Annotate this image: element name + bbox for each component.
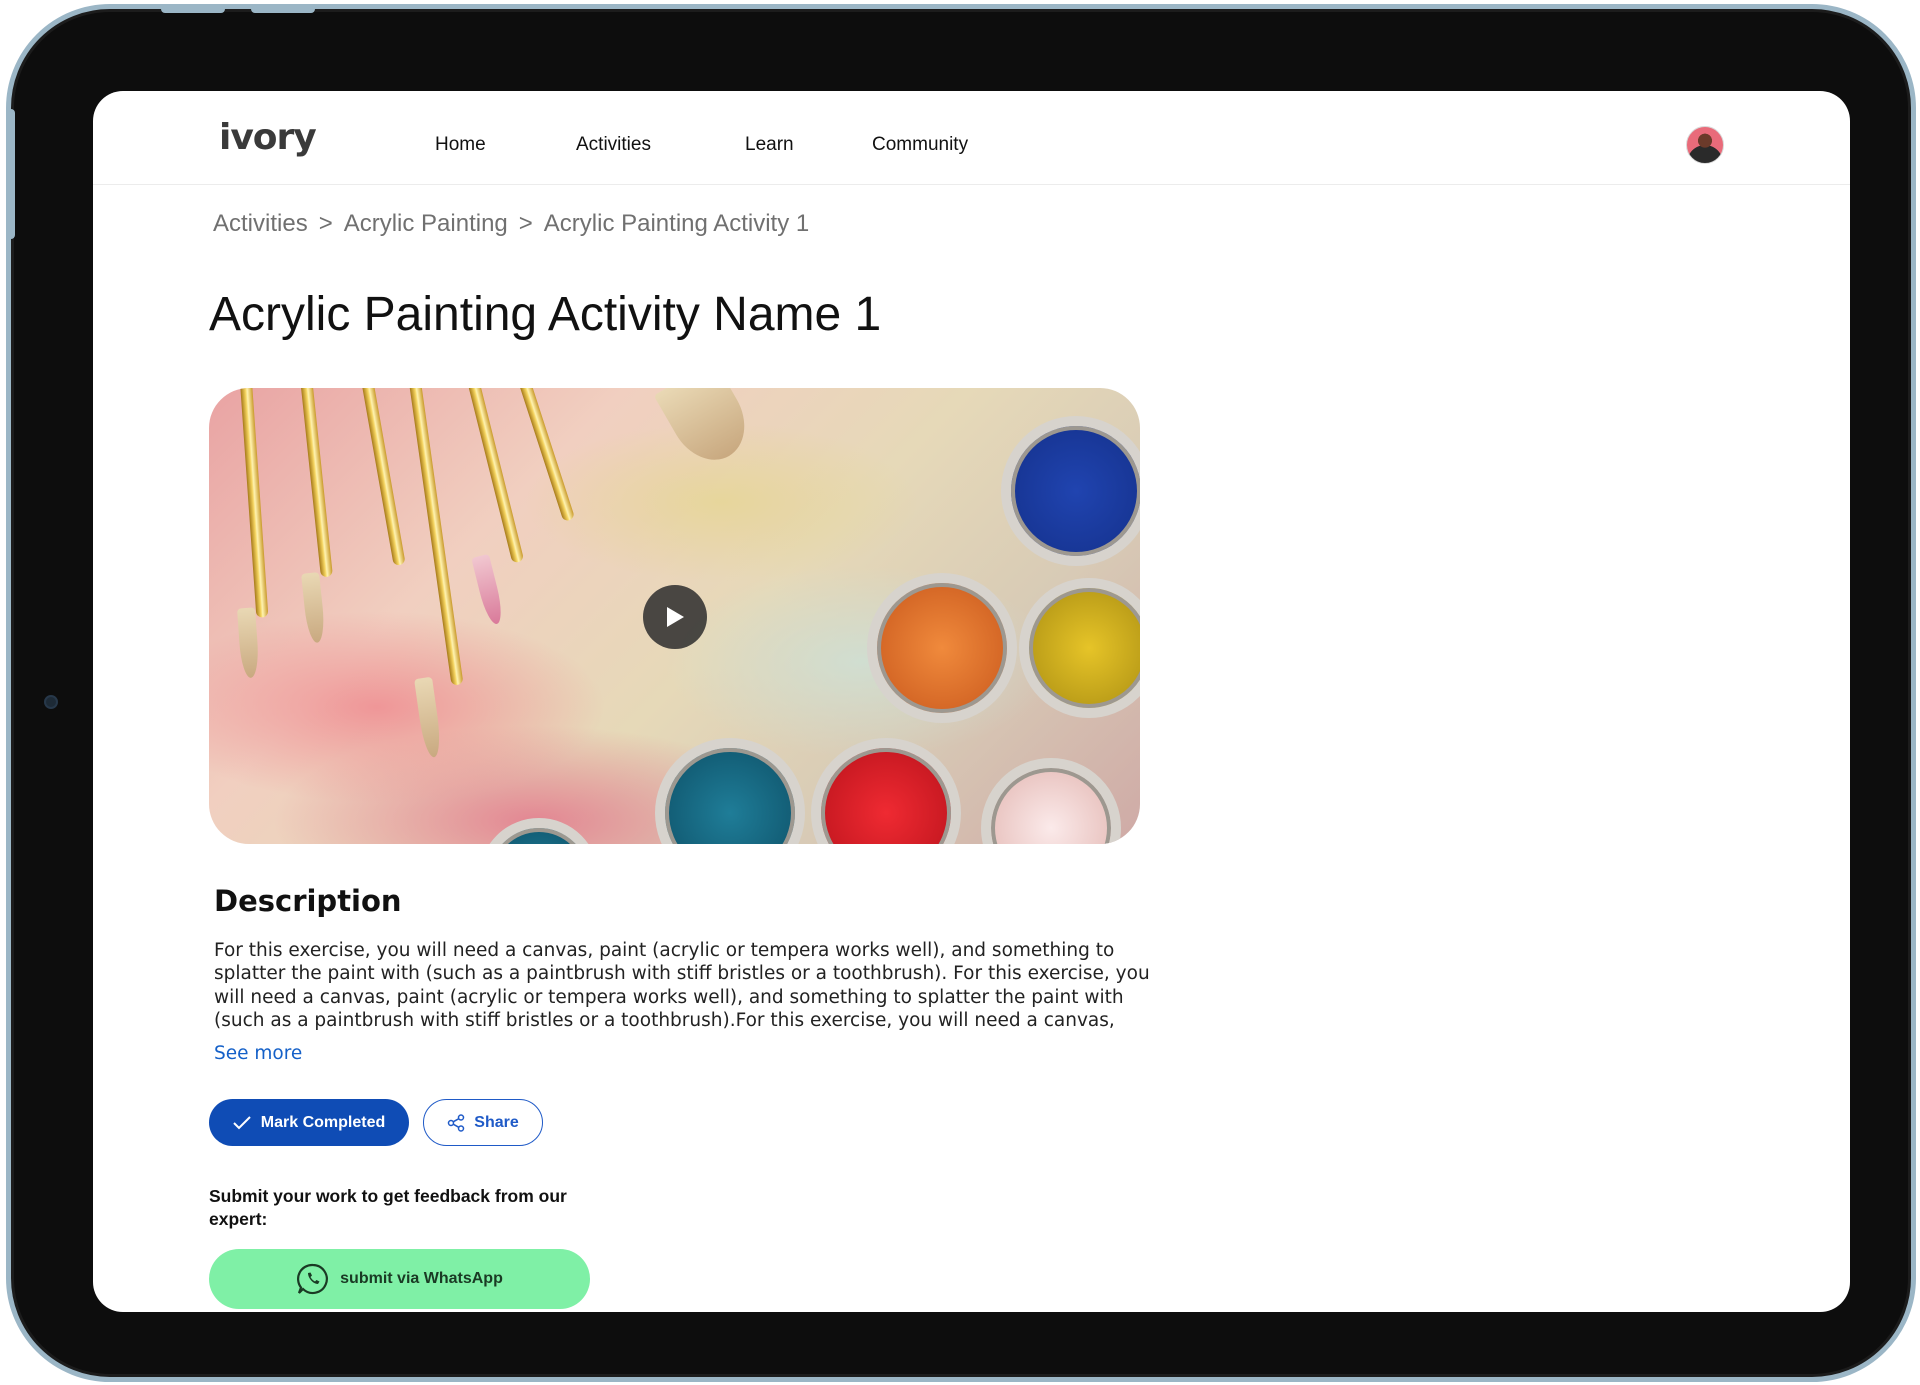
checkmark-icon: [233, 1115, 251, 1129]
video-thumbnail[interactable]: [209, 388, 1140, 844]
breadcrumb-separator: >: [518, 210, 533, 237]
paint-pot-teal: [655, 738, 805, 844]
mark-completed-button[interactable]: Mark Completed: [209, 1099, 409, 1146]
nav-community[interactable]: Community: [872, 134, 968, 156]
breadcrumb-activities[interactable]: Activities: [213, 210, 308, 238]
volume-button: [251, 5, 315, 13]
play-button[interactable]: [643, 585, 707, 649]
share-label: Share: [474, 1113, 519, 1131]
breadcrumb-separator: >: [318, 210, 333, 237]
share-icon: [448, 1113, 465, 1132]
side-button: [7, 109, 15, 239]
mark-completed-label: Mark Completed: [260, 1113, 386, 1131]
brush-bristles: [471, 553, 506, 627]
paintbrush-image: [299, 388, 333, 578]
paintbrush-image: [359, 388, 406, 567]
see-more-link[interactable]: See more: [214, 1043, 302, 1064]
app-logo[interactable]: ivory: [219, 117, 317, 158]
breadcrumb-acrylic-painting[interactable]: Acrylic Painting: [344, 210, 508, 238]
page-title: Acrylic Painting Activity Name 1: [209, 288, 882, 341]
user-avatar[interactable]: [1686, 126, 1724, 164]
paintbrush-image: [464, 388, 525, 564]
nav-activities[interactable]: Activities: [576, 134, 651, 156]
paint-pot-yellow: [1019, 578, 1140, 718]
paintbrush-image: [407, 388, 464, 686]
submit-whatsapp-button[interactable]: submit via WhatsApp: [209, 1249, 590, 1309]
paint-pot-orange: [867, 573, 1017, 723]
paint-pot-teal-small: [479, 818, 599, 844]
nav-learn[interactable]: Learn: [745, 134, 794, 156]
breadcrumb-current: Acrylic Painting Activity 1: [543, 210, 810, 237]
description-text: For this exercise, you will need a canva…: [214, 940, 1150, 1031]
brush-bristles: [237, 607, 260, 679]
paint-pot-white: [981, 758, 1121, 844]
top-navbar: ivory Home Activities Learn Community: [93, 91, 1850, 185]
play-icon: [667, 607, 684, 627]
brush-bristles: [301, 572, 327, 644]
whatsapp-icon: [297, 1263, 329, 1295]
description-heading: Description: [214, 884, 402, 918]
brush-bristles: [414, 676, 444, 759]
whatsapp-label: submit via WhatsApp: [340, 1270, 503, 1287]
logo-text: ivory: [219, 117, 317, 158]
submission-prompt: Submit your work to get feedback from ou…: [209, 1186, 567, 1229]
front-camera: [44, 695, 58, 709]
tablet-frame: ivory Home Activities Learn Community Ac…: [6, 4, 1916, 1382]
paint-pot-blue: [1001, 416, 1140, 566]
nav-home[interactable]: Home: [435, 134, 486, 156]
paintbrush-image: [514, 388, 576, 523]
brush-bristles: [653, 388, 760, 474]
share-button[interactable]: Share: [423, 1099, 543, 1146]
paintbrush-image: [239, 388, 269, 618]
screen: ivory Home Activities Learn Community Ac…: [93, 91, 1850, 1312]
volume-button: [161, 5, 225, 13]
breadcrumb: Activities > Acrylic Painting > Acrylic …: [213, 210, 809, 238]
paint-pot-red: [811, 738, 961, 844]
